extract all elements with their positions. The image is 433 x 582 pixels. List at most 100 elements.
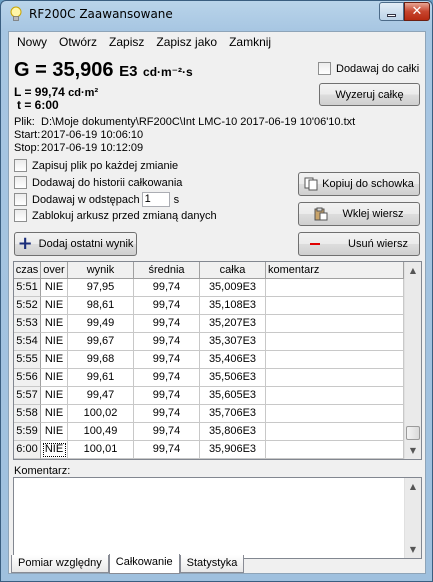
paste-row-button[interactable]: Wklej wiersz [298,202,420,226]
cell-komentarz[interactable] [266,279,404,297]
close-button[interactable]: ✕ [404,2,430,21]
cell-wynik[interactable]: 97,95 [68,279,134,297]
table-row[interactable]: 5:58 NIE 100,02 99,74 35,706E3 [14,405,404,423]
cell-over[interactable]: NIE [41,333,68,351]
cell-komentarz[interactable] [266,333,404,351]
cell-srednia[interactable]: 99,74 [134,297,200,315]
cell-czas[interactable]: 5:56 [14,369,41,387]
menu-new[interactable]: Nowy [11,35,53,49]
cell-calka[interactable]: 35,506E3 [200,369,266,387]
cell-srednia[interactable]: 99,74 [134,351,200,369]
interval-input[interactable]: 1 [141,192,170,207]
cell-czas[interactable]: 5:58 [14,405,41,423]
table-row[interactable]: 5:57 NIE 99,47 99,74 35,605E3 [14,387,404,405]
cell-calka[interactable]: 35,108E3 [200,297,266,315]
scroll-down-icon[interactable]: ▼ [405,442,421,459]
cell-komentarz[interactable] [266,315,404,333]
cell-srednia[interactable]: 99,74 [134,279,200,297]
cell-calka[interactable]: 35,605E3 [200,387,266,405]
table-row[interactable]: 5:55 NIE 99,68 99,74 35,406E3 [14,351,404,369]
cell-komentarz[interactable] [266,423,404,441]
cell-calka[interactable]: 35,906E3 [200,441,266,459]
cell-komentarz[interactable] [266,369,404,387]
lock-sheet-box[interactable] [14,209,27,222]
cell-komentarz[interactable] [266,441,404,459]
cell-wynik[interactable]: 98,61 [68,297,134,315]
cell-komentarz[interactable] [266,387,404,405]
cell-calka[interactable]: 35,806E3 [200,423,266,441]
cell-srednia[interactable]: 99,74 [134,387,200,405]
cell-czas[interactable]: 6:00 [14,441,41,459]
comment-scroll-up-icon[interactable]: ▲ [405,478,421,495]
save-each-change-checkbox[interactable]: Zapisuj plik po każdej zmianie [14,159,178,172]
comment-textarea[interactable]: ▲ ▼ [13,477,422,559]
cell-calka[interactable]: 35,207E3 [200,315,266,333]
minimize-button[interactable] [379,2,404,21]
add-to-history-checkbox[interactable]: Dodawaj do historii całkowania [14,176,182,189]
add-to-history-box[interactable] [14,176,27,189]
comment-scroll-down-icon[interactable]: ▼ [405,541,421,558]
column-header-wynik[interactable]: wynik [68,262,134,279]
lock-sheet-checkbox[interactable]: Zablokuj arkusz przed zmianą danych [14,209,217,222]
column-header-komentarz[interactable]: komentarz [266,262,404,279]
cell-wynik[interactable]: 99,67 [68,333,134,351]
column-header-czas[interactable]: czas [14,262,41,279]
cell-srednia[interactable]: 99,74 [134,405,200,423]
results-table[interactable]: czas over wynik średnia całka komentarz … [13,261,422,460]
cell-komentarz[interactable] [266,297,404,315]
cell-czas[interactable]: 5:53 [14,315,41,333]
table-row[interactable]: 5:51 NIE 97,95 99,74 35,009E3 [14,279,404,297]
add-to-integral-checkbox[interactable]: Dodawaj do całki [318,62,419,75]
tab-relative-measurement[interactable]: Pomiar względny [11,555,109,573]
cell-komentarz[interactable] [266,405,404,423]
cell-wynik[interactable]: 99,49 [68,315,134,333]
cell-over[interactable]: NIE [41,297,68,315]
cell-calka[interactable]: 35,009E3 [200,279,266,297]
table-row[interactable]: 5:52 NIE 98,61 99,74 35,108E3 [14,297,404,315]
cell-srednia[interactable]: 99,74 [134,423,200,441]
add-interval-box[interactable] [14,193,27,206]
cell-calka[interactable]: 35,406E3 [200,351,266,369]
scroll-thumb[interactable] [406,426,420,440]
column-header-srednia[interactable]: średnia [134,262,200,279]
cell-komentarz[interactable] [266,351,404,369]
cell-over[interactable]: NIE [41,387,68,405]
menu-close[interactable]: Zamknij [223,35,277,49]
cell-wynik[interactable]: 99,68 [68,351,134,369]
tab-integration[interactable]: Całkowanie [108,554,180,574]
cell-wynik[interactable]: 100,01 [68,441,134,459]
cell-czas[interactable]: 5:55 [14,351,41,369]
reset-integral-button[interactable]: Wyzeruj całkę [319,83,420,106]
add-last-result-button[interactable]: + Dodaj ostatni wynik [14,232,137,256]
cell-srednia[interactable]: 99,74 [134,369,200,387]
column-header-over[interactable]: over [41,262,68,279]
cell-srednia[interactable]: 99,74 [134,441,200,459]
table-row[interactable]: 5:54 NIE 99,67 99,74 35,307E3 [14,333,404,351]
cell-over[interactable]: NIE [41,351,68,369]
cell-wynik[interactable]: 99,61 [68,369,134,387]
tab-statistics[interactable]: Statystyka [179,555,245,573]
menu-save-as[interactable]: Zapisz jako [150,35,223,49]
cell-czas[interactable]: 5:51 [14,279,41,297]
cell-over[interactable]: NIE [41,441,68,459]
cell-czas[interactable]: 5:59 [14,423,41,441]
menu-open[interactable]: Otwórz [53,35,103,49]
cell-srednia[interactable]: 99,74 [134,333,200,351]
cell-over[interactable]: NIE [41,315,68,333]
table-row[interactable]: 5:56 NIE 99,61 99,74 35,506E3 [14,369,404,387]
delete-row-button[interactable]: Usuń wiersz [298,232,420,256]
cell-wynik[interactable]: 100,49 [68,423,134,441]
cell-wynik[interactable]: 100,02 [68,405,134,423]
cell-czas[interactable]: 5:57 [14,387,41,405]
cell-over[interactable]: NIE [41,405,68,423]
table-row[interactable]: 5:53 NIE 99,49 99,74 35,207E3 [14,315,404,333]
cell-wynik[interactable]: 99,47 [68,387,134,405]
cell-over[interactable]: NIE [41,423,68,441]
copy-to-clipboard-button[interactable]: Kopiuj do schowka [298,172,420,196]
cell-over[interactable]: NIE [41,369,68,387]
cell-srednia[interactable]: 99,74 [134,315,200,333]
cell-calka[interactable]: 35,706E3 [200,405,266,423]
add-to-integral-box[interactable] [318,62,331,75]
cell-over[interactable]: NIE [41,279,68,297]
cell-calka[interactable]: 35,307E3 [200,333,266,351]
